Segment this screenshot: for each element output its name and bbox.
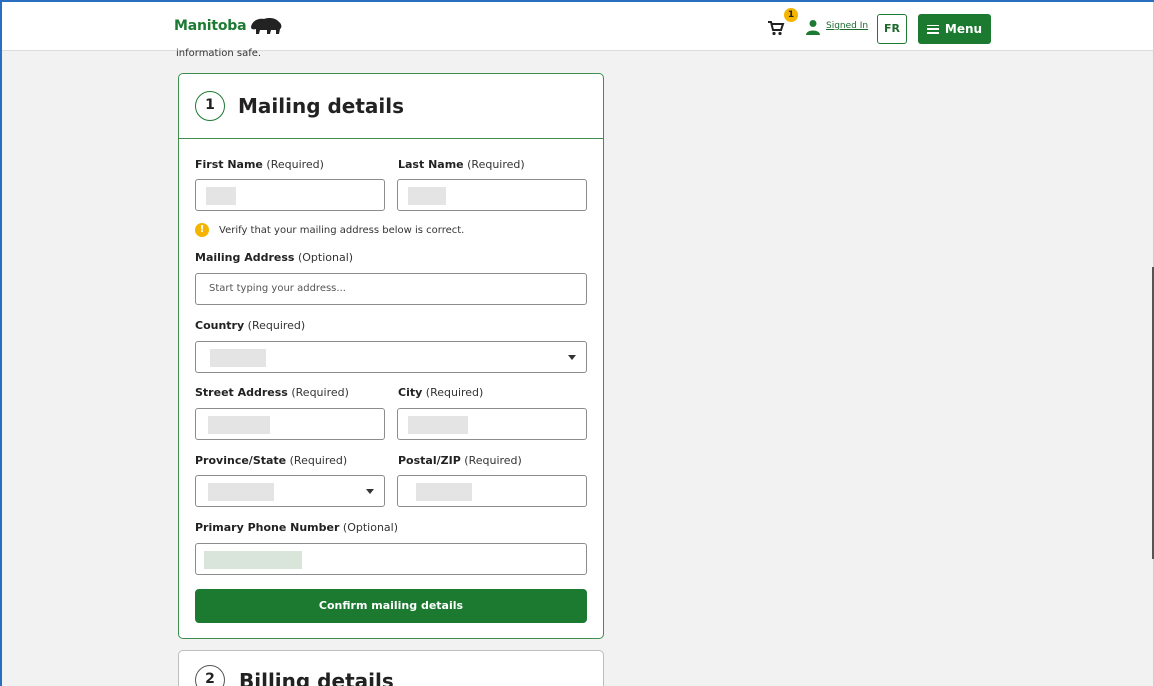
confirm-mailing-details-button[interactable]: Confirm mailing details — [195, 589, 587, 623]
section-title: Billing details — [239, 669, 394, 686]
city-input[interactable] — [397, 408, 587, 440]
mailing-details-header: 1 Mailing details — [179, 74, 603, 139]
redacted-value — [204, 551, 302, 569]
postal-label: Postal/ZIP (Required) — [398, 454, 522, 467]
browser-viewport: Manitoba 1 Signed In FR Menu information… — [0, 0, 1154, 686]
chevron-down-icon — [366, 489, 374, 494]
hamburger-icon — [926, 24, 939, 34]
last-name-input[interactable] — [397, 179, 587, 211]
verify-address-text: Verify that your mailing address below i… — [219, 224, 465, 236]
language-fr-button[interactable]: FR — [877, 14, 907, 44]
redacted-value — [208, 416, 270, 434]
postal-input[interactable] — [397, 475, 587, 507]
section-title: Mailing details — [238, 94, 405, 118]
mailing-details-card: 1 Mailing details First Name (Required) … — [178, 73, 604, 639]
mailing-address-input[interactable]: Start typing your address... — [195, 273, 587, 305]
step-number: 2 — [195, 665, 225, 686]
site-header: Manitoba 1 Signed In FR Menu — [2, 2, 1154, 51]
first-name-input[interactable] — [195, 179, 385, 211]
mailing-address-label: Mailing Address (Optional) — [195, 251, 354, 264]
redacted-value — [210, 349, 266, 367]
province-label: Province/State (Required) — [195, 454, 348, 467]
signed-in-link[interactable]: Signed In — [826, 21, 868, 31]
verify-address-notice: ! Verify that your mailing address below… — [195, 223, 464, 237]
redacted-value — [408, 416, 468, 434]
mailing-address-placeholder: Start typing your address... — [209, 283, 346, 294]
warning-icon: ! — [195, 223, 209, 237]
country-select[interactable] — [195, 341, 587, 373]
street-address-label: Street Address (Required) — [195, 386, 349, 399]
step-number: 1 — [195, 91, 225, 121]
redacted-value — [408, 187, 446, 205]
chevron-down-icon — [568, 355, 576, 360]
logo-text: Manitoba — [174, 18, 247, 34]
intro-text: information safe. — [176, 48, 262, 59]
street-address-input[interactable] — [195, 408, 385, 440]
manitoba-logo[interactable]: Manitoba — [174, 16, 283, 36]
menu-button[interactable]: Menu — [918, 14, 991, 44]
user-icon — [806, 20, 820, 35]
menu-button-label: Menu — [944, 22, 983, 36]
cart-count-badge: 1 — [784, 8, 798, 22]
bison-icon — [251, 18, 282, 34]
redacted-value — [206, 187, 236, 205]
redacted-value — [208, 483, 274, 501]
city-label: City (Required) — [398, 386, 484, 399]
province-select[interactable] — [195, 475, 385, 507]
cart-icon[interactable] — [767, 20, 785, 36]
country-label: Country (Required) — [195, 319, 306, 332]
phone-label: Primary Phone Number (Optional) — [195, 521, 398, 534]
billing-details-card[interactable]: 2 Billing details — [178, 650, 604, 686]
first-name-label: First Name (Required) — [195, 158, 324, 171]
phone-input[interactable] — [195, 543, 587, 575]
redacted-value — [416, 483, 472, 501]
last-name-label: Last Name (Required) — [398, 158, 525, 171]
